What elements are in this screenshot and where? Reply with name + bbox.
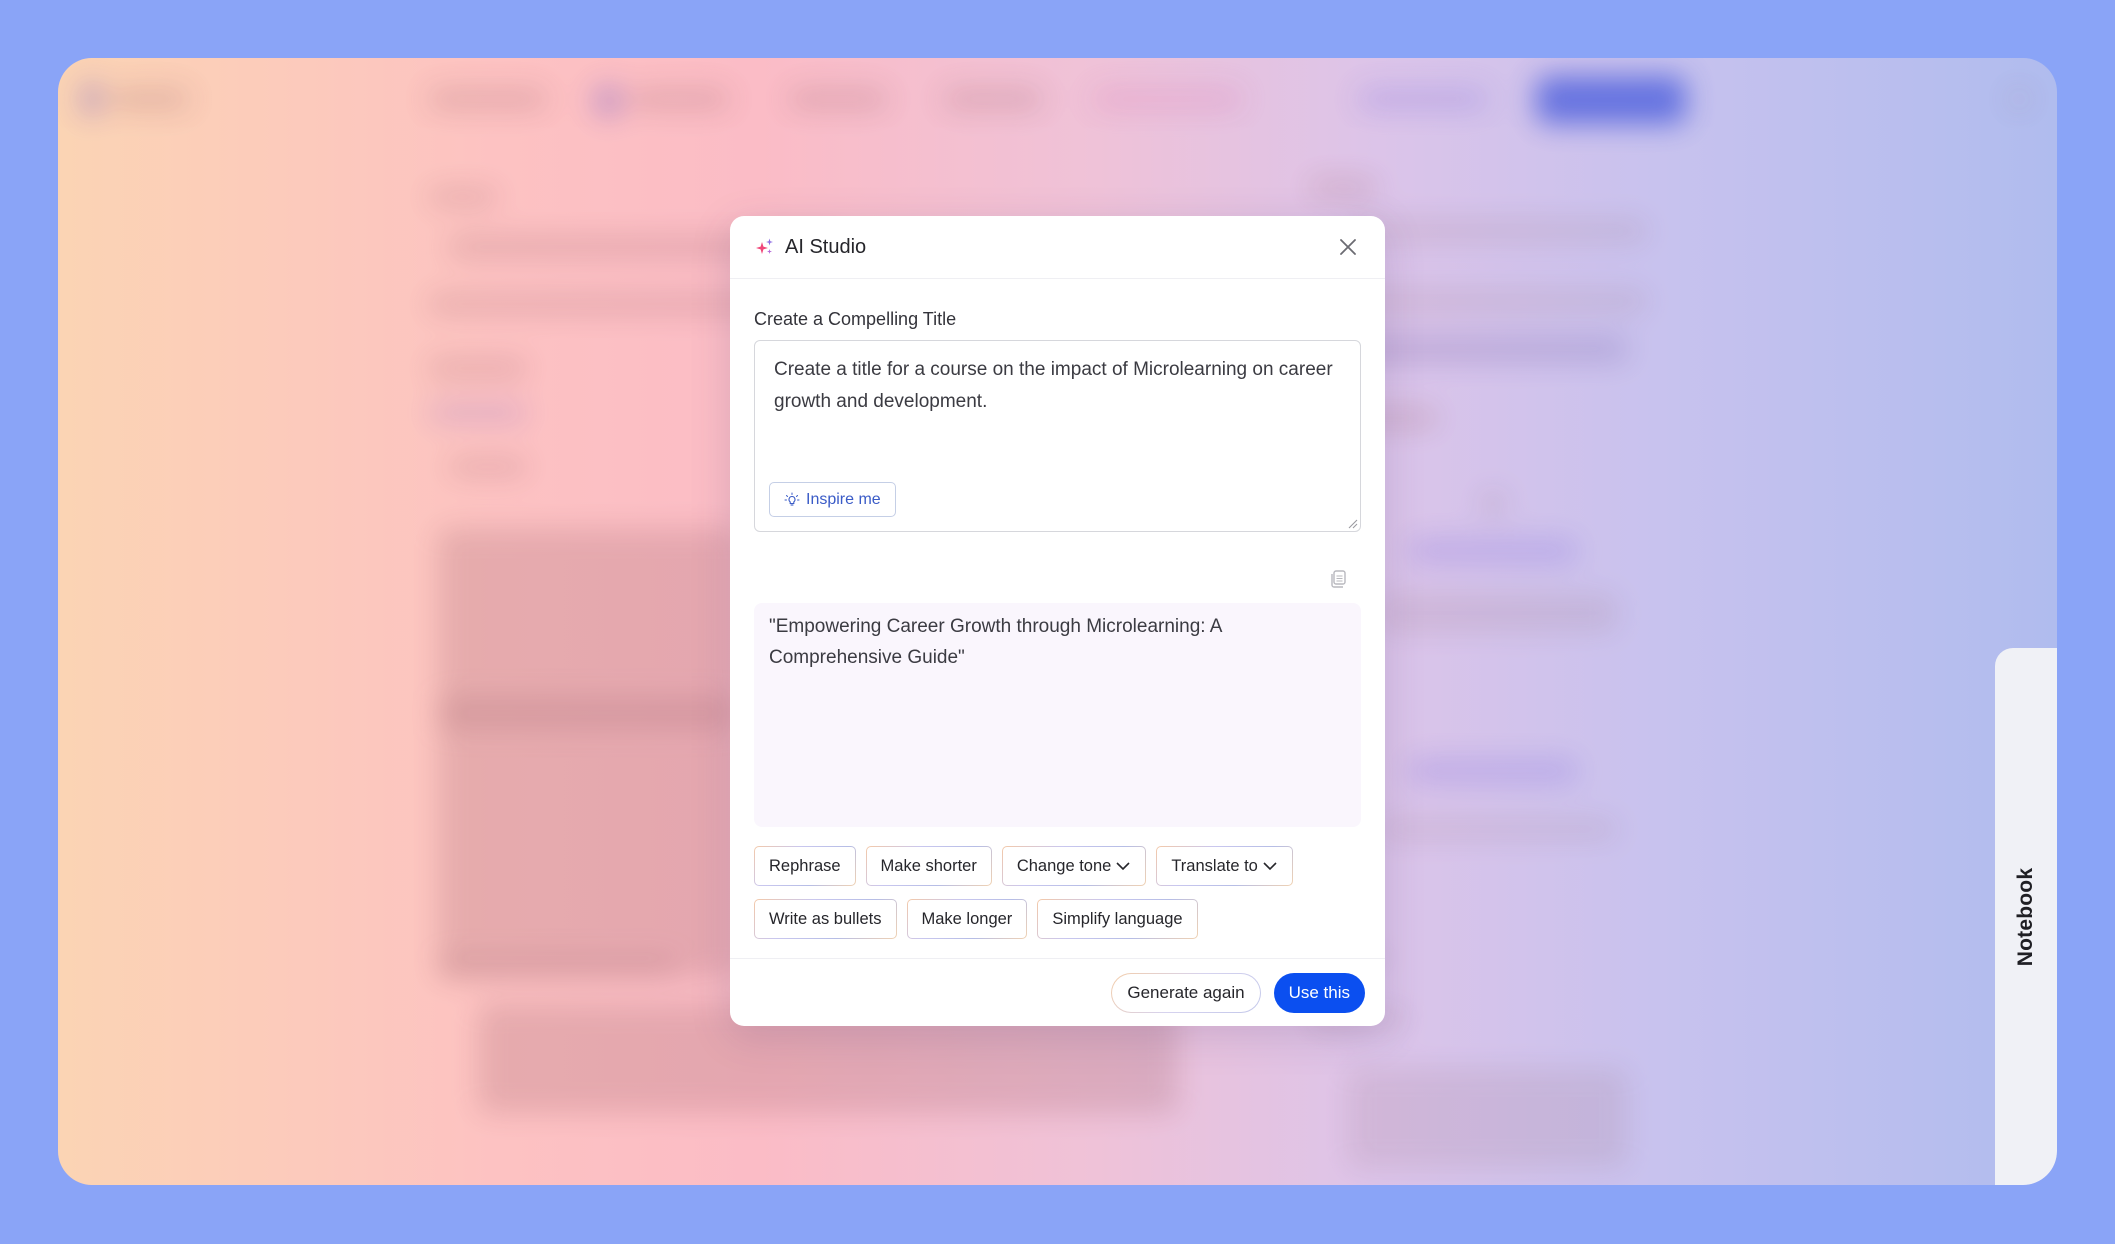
nav-item-blur [428, 88, 548, 110]
close-button[interactable] [1335, 234, 1361, 260]
prompt-label: Create a Compelling Title [754, 309, 957, 329]
modal-footer: Generate again Use this [730, 958, 1385, 1026]
input-blur [1348, 218, 1648, 244]
use-this-button[interactable]: Use this [1273, 972, 1365, 1013]
copy-icon[interactable] [1327, 568, 1349, 590]
sparkle-icon [755, 237, 775, 257]
text-blur [438, 958, 678, 976]
notebook-tab-label: Notebook [2014, 867, 2037, 966]
prompt-text[interactable]: Create a title for a course on the impac… [774, 354, 1341, 418]
logo-text-blur [110, 88, 190, 110]
nav-link-blur [1358, 88, 1488, 110]
write-as-bullets-label: Write as bullets [769, 909, 882, 928]
button-blur [1408, 758, 1578, 784]
generated-result: "Empowering Career Growth through Microl… [754, 603, 1361, 827]
select-blur [1348, 336, 1628, 362]
text-blur [428, 188, 498, 206]
text-blur [1308, 178, 1378, 196]
make-shorter-label: Make shorter [880, 856, 977, 875]
nav-item-blur [943, 88, 1043, 110]
simplify-language-label: Simplify language [1052, 909, 1183, 928]
text-blur [428, 358, 528, 378]
list-blur [1348, 1068, 1628, 1168]
resize-handle-icon[interactable] [1346, 517, 1358, 529]
refine-actions: Rephrase Make shorter Change tone Transl… [754, 846, 1314, 939]
lightbulb-icon [784, 492, 800, 506]
make-longer-label: Make longer [921, 909, 1013, 928]
rephrase-label: Rephrase [769, 856, 841, 875]
generate-again-button[interactable]: Generate again [1111, 973, 1260, 1013]
inspire-me-label: Inspire me [806, 490, 881, 508]
nav-item-blur [1093, 88, 1243, 110]
nav-item-blur [630, 88, 730, 110]
icon-blur [1478, 488, 1508, 518]
nav-icon-blur [593, 84, 623, 118]
modal-body: Create a Compelling Title Create a title… [730, 309, 1385, 939]
make-longer-button[interactable]: Make longer [907, 899, 1028, 939]
input-blur [1348, 288, 1648, 314]
write-as-bullets-button[interactable]: Write as bullets [754, 899, 897, 939]
text-blur [448, 458, 528, 476]
inspire-me-button[interactable]: Inspire me [769, 482, 896, 517]
change-tone-dropdown[interactable]: Change tone [1002, 846, 1147, 886]
prompt-textarea[interactable]: Create a title for a course on the impac… [754, 340, 1361, 532]
button-blur [1408, 538, 1578, 564]
simplify-language-button[interactable]: Simplify language [1037, 899, 1197, 939]
modal-title: AI Studio [785, 235, 867, 258]
text-blur [1378, 818, 1618, 840]
paragraph-blur [438, 698, 738, 978]
chevron-down-icon [1116, 862, 1130, 871]
avatar-blur [2008, 88, 2030, 110]
text-blur [1378, 593, 1618, 633]
nav-item-blur [788, 88, 888, 110]
notebook-side-tab[interactable]: Notebook [1995, 648, 2057, 1185]
tag-blur [428, 403, 528, 423]
ai-studio-modal: AI Studio Create a Compelling Title Crea… [730, 216, 1385, 1026]
translate-to-dropdown[interactable]: Translate to [1156, 846, 1293, 886]
logo-blur [80, 80, 102, 118]
close-icon [1340, 239, 1356, 255]
primary-button-blur [1536, 76, 1686, 124]
modal-header: AI Studio [730, 216, 1385, 279]
copy-row [754, 548, 1361, 590]
rephrase-button[interactable]: Rephrase [754, 846, 856, 886]
chevron-down-icon [1263, 862, 1277, 871]
make-shorter-button[interactable]: Make shorter [866, 846, 992, 886]
change-tone-label: Change tone [1016, 856, 1112, 875]
translate-to-label: Translate to [1171, 856, 1258, 875]
